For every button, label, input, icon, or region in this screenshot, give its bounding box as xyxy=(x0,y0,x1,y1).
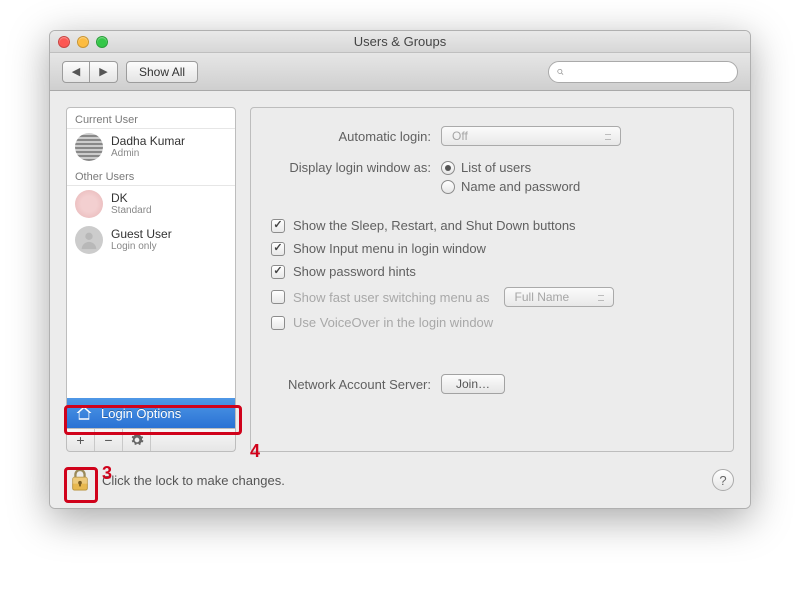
radio-label: Name and password xyxy=(461,179,580,194)
user-role: Standard xyxy=(111,205,152,216)
checkbox-icon xyxy=(271,316,285,330)
user-role: Login only xyxy=(111,241,172,252)
gear-button[interactable] xyxy=(123,429,151,451)
user-role: Admin xyxy=(111,148,185,159)
radio-name-password[interactable]: Name and password xyxy=(441,179,580,194)
window-title: Users & Groups xyxy=(50,34,750,49)
checkbox-label: Show Input menu in login window xyxy=(293,241,486,256)
user-name: Dadha Kumar xyxy=(111,135,185,148)
avatar xyxy=(75,133,103,161)
radio-icon xyxy=(441,161,455,175)
other-users-header: Other Users xyxy=(67,165,235,186)
checkbox-fast-switching[interactable]: Show fast user switching menu as Full Na… xyxy=(271,287,713,307)
show-all-button[interactable]: Show All xyxy=(126,61,198,83)
lock-hint-text: Click the lock to make changes. xyxy=(102,473,285,488)
user-name: Guest User xyxy=(111,228,172,241)
checkbox-password-hints[interactable]: Show password hints xyxy=(271,264,713,279)
sidebar-item-user-dk[interactable]: DK Standard xyxy=(67,186,235,222)
radio-label: List of users xyxy=(461,160,531,175)
checkbox-icon xyxy=(271,242,285,256)
search-input[interactable] xyxy=(570,64,729,80)
automatic-login-label: Automatic login: xyxy=(271,129,441,144)
help-button[interactable]: ? xyxy=(712,469,734,491)
house-icon xyxy=(75,404,93,422)
user-sidebar: Current User Dadha Kumar Admin Other Use… xyxy=(66,107,236,429)
annotation-label-4: 4 xyxy=(250,441,260,462)
search-field[interactable] xyxy=(548,61,738,83)
checkbox-label: Show password hints xyxy=(293,264,416,279)
forward-button[interactable]: ▶ xyxy=(90,61,118,83)
users-groups-window: Users & Groups ◀ ▶ Show All Current User… xyxy=(49,30,751,509)
display-login-label: Display login window as: xyxy=(271,160,441,175)
checkbox-icon xyxy=(271,265,285,279)
sidebar-item-guest[interactable]: Guest User Login only xyxy=(67,222,235,258)
checkbox-label: Show fast user switching menu as xyxy=(293,290,490,305)
avatar xyxy=(75,190,103,218)
toolbar: ◀ ▶ Show All xyxy=(50,53,750,91)
radio-icon xyxy=(441,180,455,194)
network-server-label: Network Account Server: xyxy=(271,377,441,392)
checkbox-sleep-restart[interactable]: Show the Sleep, Restart, and Shut Down b… xyxy=(271,218,713,233)
lock-button[interactable] xyxy=(66,466,94,494)
checkbox-label: Show the Sleep, Restart, and Shut Down b… xyxy=(293,218,576,233)
checkbox-voiceover[interactable]: Use VoiceOver in the login window xyxy=(271,315,713,330)
footer: Click the lock to make changes. ? xyxy=(50,458,750,508)
search-icon xyxy=(557,66,564,78)
radio-list-of-users[interactable]: List of users xyxy=(441,160,580,175)
settings-panel: Automatic login: Off Display login windo… xyxy=(250,107,734,452)
checkbox-input-menu[interactable]: Show Input menu in login window xyxy=(271,241,713,256)
automatic-login-popup[interactable]: Off xyxy=(441,126,621,146)
remove-user-button[interactable]: − xyxy=(95,429,123,451)
checkbox-label: Use VoiceOver in the login window xyxy=(293,315,493,330)
titlebar: Users & Groups xyxy=(50,31,750,53)
login-options-button[interactable]: Login Options xyxy=(67,398,235,428)
join-button[interactable]: Join… xyxy=(441,374,505,394)
login-options-label: Login Options xyxy=(101,406,181,421)
avatar xyxy=(75,226,103,254)
add-user-button[interactable]: + xyxy=(67,429,95,451)
annotation-label-3: 3 xyxy=(102,463,112,484)
user-name: DK xyxy=(111,192,152,205)
sidebar-item-current-user[interactable]: Dadha Kumar Admin xyxy=(67,129,235,165)
fast-switch-popup[interactable]: Full Name xyxy=(504,287,614,307)
body: Current User Dadha Kumar Admin Other Use… xyxy=(50,91,750,458)
current-user-header: Current User xyxy=(67,108,235,129)
checkbox-icon xyxy=(271,290,285,304)
checkbox-icon xyxy=(271,219,285,233)
lock-icon xyxy=(69,467,91,493)
nav-segment: ◀ ▶ xyxy=(62,61,118,83)
gear-icon xyxy=(130,433,144,447)
sidebar-bottom-buttons: + − xyxy=(66,429,236,452)
back-button[interactable]: ◀ xyxy=(62,61,90,83)
